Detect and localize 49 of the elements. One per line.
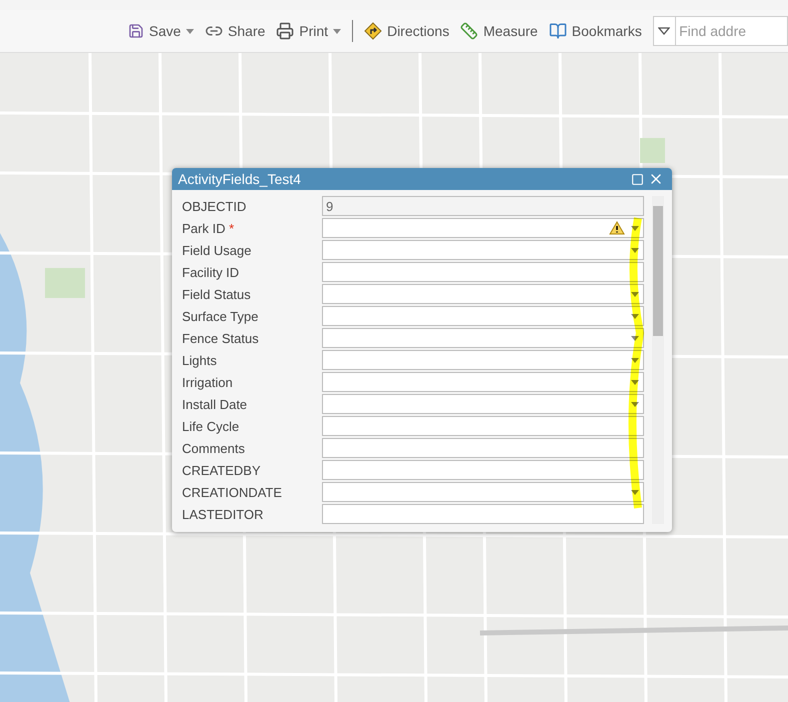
book-icon	[548, 22, 567, 40]
toolbar-button[interactable]: Print	[276, 22, 342, 40]
toolbar-button[interactable]: Save	[128, 23, 194, 39]
popup-title: ActivityFields_Test4	[178, 171, 302, 187]
input-field[interactable]	[322, 504, 644, 524]
field-label: Lights	[182, 352, 218, 368]
dropdown-field[interactable]	[322, 284, 644, 304]
dropdown-field[interactable]	[322, 350, 644, 370]
field-label: Life Cycle	[182, 418, 240, 434]
field-label: Irrigation	[182, 374, 234, 390]
field-label: Install Date	[182, 396, 248, 412]
field-label: OBJECTID	[182, 198, 248, 214]
field-label: Surface Type	[182, 308, 260, 324]
field-label: Field Usage	[182, 242, 252, 258]
search-field[interactable]: Find addre	[652, 16, 788, 46]
scrollbar[interactable]	[652, 196, 664, 524]
save-icon	[128, 23, 144, 39]
dropdown-field[interactable]	[322, 372, 644, 392]
directions-sign-icon	[364, 22, 382, 40]
caret-icon	[333, 28, 342, 34]
maximize-button[interactable]	[629, 172, 646, 186]
input-field[interactable]	[322, 262, 644, 282]
dropdown-field[interactable]	[322, 306, 644, 326]
dropdown-field[interactable]	[322, 218, 644, 238]
caret-icon	[186, 28, 194, 34]
dropdown-field[interactable]	[322, 482, 644, 502]
field-label: Park ID *	[182, 220, 236, 236]
maximize-icon	[631, 172, 644, 186]
toolbar-button[interactable]: Share	[204, 22, 266, 40]
input-field[interactable]: 9	[322, 196, 644, 216]
field-label: Field Status	[182, 286, 252, 302]
input-field[interactable]	[322, 416, 644, 436]
field-label: CREATIONDATE	[182, 484, 283, 500]
print-icon	[276, 22, 294, 40]
toolbar-button[interactable]: Bookmarks	[548, 22, 642, 40]
toolbar-button[interactable]: Directions	[364, 22, 450, 40]
field-label: Fence Status	[182, 330, 260, 346]
dropdown-field[interactable]	[322, 328, 644, 348]
toolbar-button[interactable]: Measure	[460, 22, 538, 40]
field-label: Comments	[182, 440, 246, 456]
dropdown-field[interactable]	[322, 240, 644, 260]
input-field[interactable]	[322, 438, 644, 458]
dropdown-field[interactable]	[322, 394, 644, 414]
field-label: Facility ID	[182, 264, 240, 280]
input-field[interactable]	[322, 460, 644, 480]
ruler-icon	[460, 22, 478, 40]
field-label: LASTEDITOR	[182, 506, 264, 522]
triangle-icon	[658, 27, 670, 35]
field-label: CREATEDBY	[182, 462, 262, 478]
